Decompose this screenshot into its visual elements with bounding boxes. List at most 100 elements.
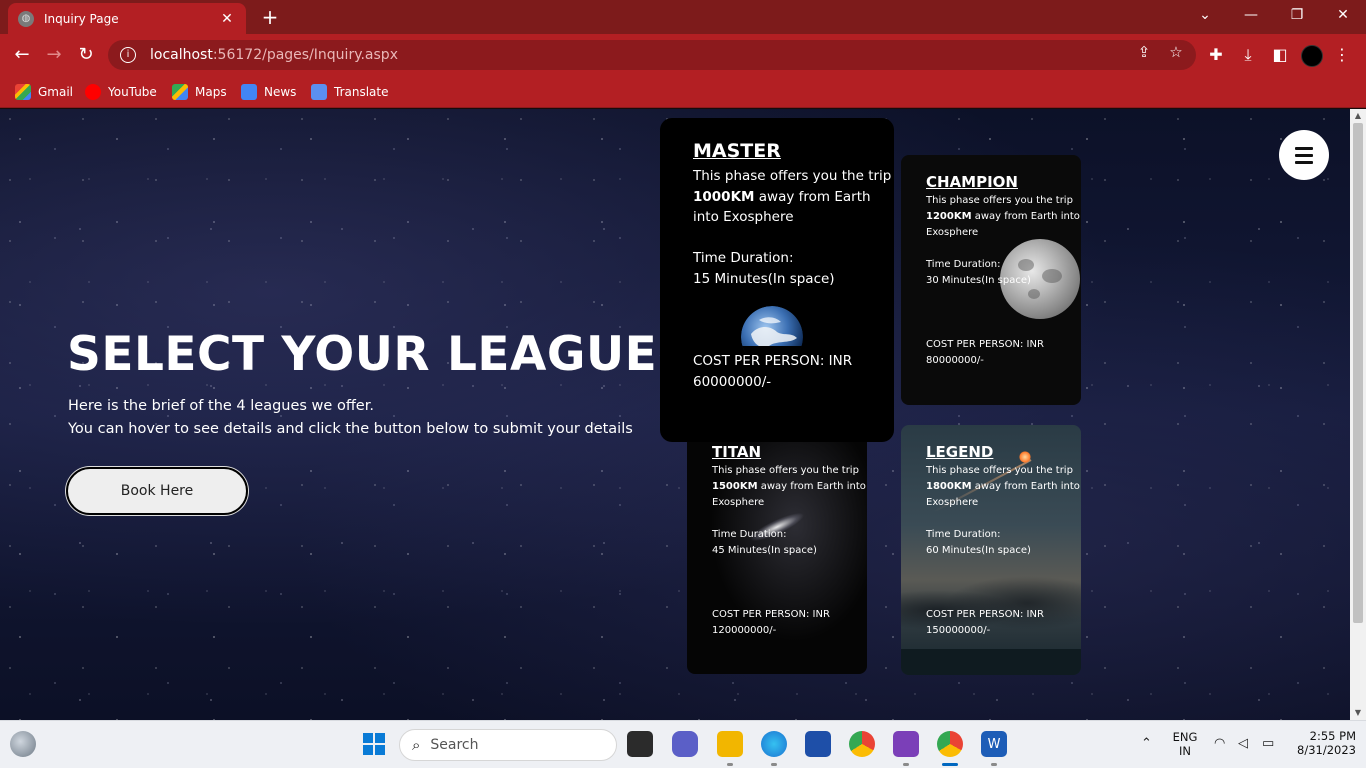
restore-button[interactable]: ❐ [1274,0,1320,30]
scroll-up-icon[interactable]: ▲ [1350,109,1366,123]
search-placeholder: Search [430,737,479,753]
clock[interactable]: 2:55 PM 8/31/2023 [1290,729,1356,757]
browser-toolbar: ← → ↻ i localhost:56172/pages/Inquiry.as… [0,34,1366,76]
duration-label: Time Duration: [926,529,1001,540]
word-icon[interactable]: W [981,731,1007,757]
wifi-icon[interactable]: ◠ [1214,736,1225,751]
bookmark-translate[interactable]: Translate [311,82,389,102]
cost-value: 150000000/- [926,625,991,636]
running-indicator [991,763,997,766]
running-indicator [727,763,733,766]
bookmark-label: Translate [334,85,389,99]
file-explorer-icon[interactable] [717,731,743,757]
league-description: This phase offers you the trip 1800KM aw… [926,465,1080,508]
league-name: MASTER [693,140,781,162]
hero-desc-line2: You can hover to see details and click t… [68,421,633,437]
chrome-active-icon[interactable] [937,731,963,757]
news-icon [241,84,257,100]
cost-value: 120000000/- [712,625,777,636]
book-here-button[interactable]: Book Here [66,467,248,515]
scroll-down-icon[interactable]: ▼ [1350,706,1366,720]
start-windows-icon[interactable] [361,731,387,757]
bookmark-gmail[interactable]: Gmail [15,82,73,102]
profile-avatar[interactable] [1301,45,1323,67]
league-card-legend[interactable]: LEGEND This phase offers you the trip 18… [901,425,1081,675]
bookmark-label: Gmail [38,85,74,99]
window-close-button[interactable]: ✕ [1320,0,1366,30]
url-path: :56172/pages/Inquiry.aspx [212,47,398,63]
league-name: CHAMPION [926,173,1018,191]
cost-value: 80000000/- [926,355,984,366]
battery-icon[interactable]: ▭ [1262,736,1274,751]
page-scrollbar[interactable]: ▲ ▼ [1350,109,1366,720]
more-menu-icon[interactable]: ⋮ [1334,44,1350,66]
windows-taskbar: ⌕ Search W ⌃ ENG IN ◠ ◁ ▭ 2:55 PM 8/31/2… [0,720,1366,768]
league-name: LEGEND [926,443,994,461]
tab-search-icon[interactable]: ⌄ [1182,0,1228,30]
edge-icon[interactable] [761,731,787,757]
league-name: TITAN [712,443,762,461]
close-icon[interactable]: ✕ [218,11,236,27]
bookmark-star-icon[interactable]: ☆ [1166,42,1186,62]
cost-value: 60000000/- [693,373,772,390]
maps-icon [172,84,188,100]
league-description: This phase offers you the trip 1500KM aw… [712,465,866,508]
site-info-icon[interactable]: i [120,47,136,63]
league-card-titan[interactable]: TITAN This phase offers you the trip 150… [687,425,867,674]
volume-icon[interactable]: ◁ [1238,736,1248,751]
cost-label: COST PER PERSON: INR [926,609,1044,620]
language-indicator[interactable]: ENG IN [1170,730,1200,758]
bookmarks-bar: Gmail YouTube Maps News Translate [0,76,1366,108]
tab-title: Inquiry Page [44,11,119,26]
forward-icon[interactable]: → [42,43,66,67]
running-indicator [903,763,909,766]
new-tab-button[interactable]: + [258,5,282,29]
youtube-icon [85,84,101,100]
league-card-champion[interactable]: CHAMPION This phase offers you the trip … [901,155,1081,405]
hero-desc-line1: Here is the brief of the 4 leagues we of… [68,398,374,414]
scrollbar-thumb[interactable] [1353,123,1363,623]
task-view-icon[interactable] [627,731,653,757]
duration-label: Time Duration: [926,259,1001,270]
bookmark-label: Maps [195,85,227,99]
globe-icon: ◍ [18,10,34,27]
hero-description: Here is the brief of the 4 leagues we of… [68,395,633,441]
page-title: SELECT YOUR LEAGUE➜ [67,327,698,382]
chat-icon[interactable] [672,731,698,757]
share-icon[interactable]: ⇪ [1134,42,1154,62]
league-description: This phase offers you the trip 1200KM aw… [926,195,1080,238]
bookmark-maps[interactable]: Maps [172,82,227,102]
duration-value: 30 Minutes(In space) [926,275,1031,286]
duration-value: 15 Minutes(In space) [693,270,835,287]
browser-tab-bar: ◍ Inquiry Page ✕ + ⌄ — ❐ ✕ [0,0,1366,34]
running-indicator [771,763,777,766]
minimize-button[interactable]: — [1228,0,1274,30]
download-icon[interactable]: ⤓ [1237,44,1259,66]
league-card-master[interactable]: MASTER This phase offers you the trip 10… [660,118,894,442]
back-icon[interactable]: ← [10,43,34,67]
side-panel-icon[interactable]: ◧ [1269,44,1291,66]
reload-icon[interactable]: ↻ [74,43,98,67]
store-icon[interactable] [805,731,831,757]
menu-bar [1295,160,1313,164]
address-bar[interactable]: i localhost:56172/pages/Inquiry.aspx [108,40,1196,70]
weather-icon[interactable] [10,731,36,757]
visual-studio-icon[interactable] [893,731,919,757]
active-indicator [942,763,958,766]
duration-label: Time Duration: [712,529,787,540]
cost-label: COST PER PERSON: INR [693,353,853,369]
bookmark-youtube[interactable]: YouTube [85,82,157,102]
bookmark-label: News [264,85,297,99]
duration-label: Time Duration: [693,250,794,266]
page-content: SELECT YOUR LEAGUE➜ Here is the brief of… [0,109,1350,720]
extensions-icon[interactable]: ✚ [1205,44,1227,66]
search-icon: ⌕ [412,736,421,754]
taskbar-search-box[interactable]: ⌕ Search [399,729,617,761]
show-hidden-icons-chevron-icon[interactable]: ⌃ [1141,736,1152,751]
menu-bar [1295,153,1313,157]
chrome-icon[interactable] [849,731,875,757]
tab-inquiry-page[interactable]: ◍ Inquiry Page ✕ [8,3,246,34]
hamburger-menu-button[interactable] [1279,130,1329,180]
bookmark-news[interactable]: News [241,82,296,102]
sea-image [901,649,1081,675]
